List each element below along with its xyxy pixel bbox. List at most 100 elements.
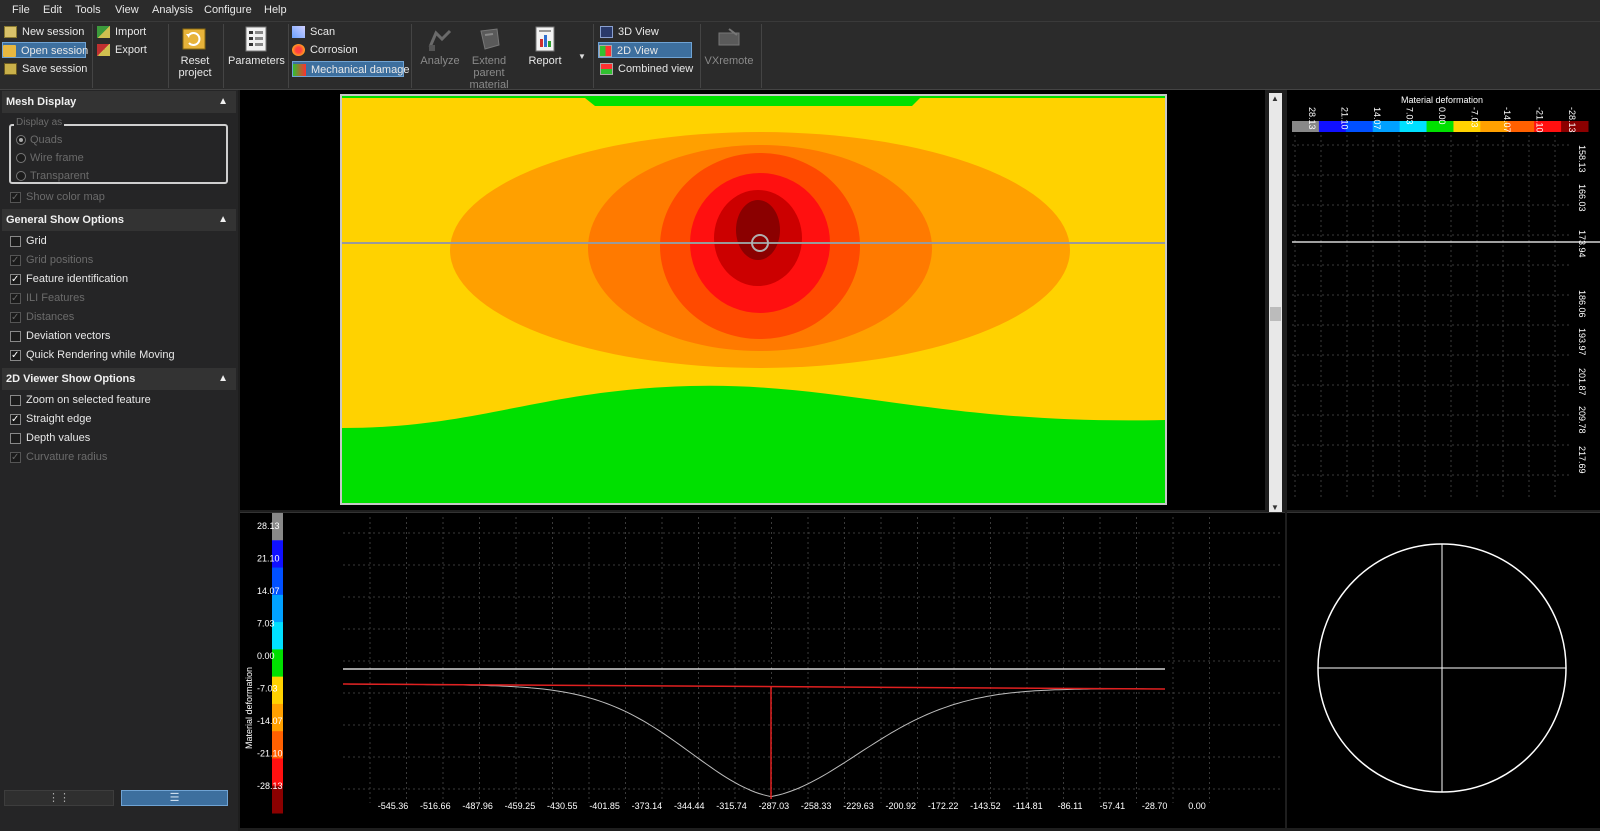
- 2d-deformation-viewer[interactable]: [240, 90, 1265, 510]
- menu-file[interactable]: File: [12, 4, 30, 16]
- profile-x-label: -401.85: [589, 801, 620, 811]
- menu-tools[interactable]: Tools: [75, 4, 101, 16]
- checkbox-indicator: [10, 331, 21, 342]
- right-y-label: 217.69: [1577, 446, 1587, 474]
- radio-indicator: [16, 171, 26, 181]
- ribbon-separator: [411, 24, 412, 88]
- general-show-options-header[interactable]: General Show Options ▲: [2, 209, 236, 231]
- right-scale-label: -21.10: [1535, 107, 1545, 133]
- checkbox-indicator: [10, 395, 21, 406]
- checkbox-indicator: [10, 236, 21, 247]
- collapse-icon[interactable]: ▲: [218, 368, 228, 390]
- scan-mode-button[interactable]: Scan: [292, 24, 402, 40]
- radio-indicator: [16, 135, 26, 145]
- import-button[interactable]: Import: [97, 24, 157, 40]
- mechanical-damage-mode-button[interactable]: Mechanical damage: [292, 61, 409, 77]
- profile-x-label: -28.70: [1142, 801, 1168, 811]
- profile-scale-label: 28.13: [257, 521, 280, 531]
- ribbon-separator: [593, 24, 594, 88]
- combined-view-button[interactable]: Combined view: [600, 61, 696, 77]
- collapse-icon[interactable]: ▲: [218, 91, 228, 113]
- profile-x-label: -459.25: [505, 801, 536, 811]
- profile-scale-label: -28.13: [257, 781, 283, 791]
- new-session-icon: [4, 26, 17, 38]
- report-icon: [531, 25, 559, 53]
- right-y-label: 193.97: [1577, 328, 1587, 356]
- checkbox-indicator: [10, 450, 21, 466]
- menu-configure[interactable]: Configure: [204, 4, 252, 16]
- profile-x-label: -344.44: [674, 801, 705, 811]
- profile-x-label: -315.74: [716, 801, 747, 811]
- import-icon: [97, 26, 110, 38]
- profile-x-label: -258.33: [801, 801, 832, 811]
- deformation-profile-curve: [343, 683, 1163, 798]
- panel-tab-tree[interactable]: ⋮⋮: [4, 790, 114, 806]
- menu-help[interactable]: Help: [264, 4, 287, 16]
- corrosion-mode-button[interactable]: Corrosion: [292, 42, 402, 58]
- menu-view[interactable]: View: [115, 4, 139, 16]
- save-session-button[interactable]: Save session: [4, 61, 87, 77]
- checkbox-indicator: [10, 291, 21, 307]
- new-session-button[interactable]: New session: [4, 24, 86, 40]
- right-y-label: 173.94: [1577, 230, 1587, 258]
- 2d-view-icon: [599, 45, 612, 57]
- profile-x-label: -114.81: [1013, 801, 1043, 811]
- checkbox-indicator: [10, 412, 21, 428]
- 3d-view-button[interactable]: 3D View: [600, 24, 692, 40]
- menu-analysis[interactable]: Analysis: [152, 4, 193, 16]
- profile-x-label: -86.11: [1058, 801, 1083, 811]
- 2d-viewer-show-options-header[interactable]: 2D Viewer Show Options ▲: [2, 368, 236, 390]
- vxremote-icon: [715, 25, 743, 53]
- export-button[interactable]: Export: [97, 42, 157, 58]
- profile-x-label: -143.52: [970, 801, 1001, 811]
- right-scale-label: -28.13: [1567, 107, 1577, 133]
- profile-scale-label: -14.07: [257, 716, 283, 726]
- right-scale-label: 14.07: [1372, 107, 1382, 130]
- pipe-orientation-viewer[interactable]: [1287, 512, 1600, 828]
- profile-x-label: -487.96: [462, 801, 493, 811]
- right-scale-label: 28.13: [1307, 107, 1317, 130]
- 2d-viewer-scrollbar[interactable]: ▲ ▼: [1269, 93, 1282, 513]
- right-y-label: 201.87: [1577, 368, 1587, 396]
- scroll-down-icon[interactable]: ▼: [1271, 503, 1279, 512]
- profile-viewer[interactable]: 28.13 21.10 14.07 7.03 0.00 -7.03 -14.07 -21.10…: [240, 512, 1285, 828]
- 2d-view-button[interactable]: 2D View: [598, 42, 692, 58]
- open-session-button[interactable]: Open session: [2, 42, 88, 58]
- extend-parent-material-button[interactable]: Extend parent material: [466, 25, 512, 91]
- left-options-panel: Mesh Display ▲ Display as Quads Wire fra…: [0, 90, 238, 831]
- profile-x-label: 0.00: [1188, 801, 1206, 811]
- right-scale-label: 0.00: [1437, 107, 1447, 125]
- profile-scale-label: 14.07: [257, 586, 280, 596]
- folder-icon: [3, 45, 16, 57]
- profile-axis-title: Material deformation: [244, 667, 254, 749]
- right-scale-label: 7.03: [1405, 107, 1415, 125]
- report-dropdown-icon[interactable]: ▼: [578, 52, 586, 61]
- reset-project-icon: [181, 25, 209, 53]
- mesh-display-header[interactable]: Mesh Display ▲: [2, 91, 236, 113]
- checkbox-indicator: [10, 310, 21, 326]
- reset-project-button[interactable]: Reset project: [172, 25, 218, 79]
- save-icon: [4, 63, 17, 75]
- menu-edit[interactable]: Edit: [43, 4, 62, 16]
- ribbon-separator: [92, 24, 93, 88]
- right-y-label: 158.13: [1577, 145, 1587, 173]
- scroll-thumb[interactable]: [1270, 307, 1281, 321]
- list-icon: ☰: [169, 792, 180, 804]
- parameters-button[interactable]: Parameters: [228, 25, 285, 67]
- ribbon-separator: [761, 24, 762, 88]
- panel-tab-list[interactable]: ☰: [121, 790, 228, 806]
- tree-icon: ⋮⋮: [48, 792, 70, 804]
- export-icon: [97, 44, 110, 56]
- profile-x-label: -430.55: [547, 801, 578, 811]
- ribbon-separator: [288, 24, 289, 88]
- profile-scale-label: 21.10: [257, 554, 280, 564]
- collapse-icon[interactable]: ▲: [218, 209, 228, 231]
- cross-section-viewer[interactable]: Material deformation 28.13 21.10 14.07 7.03…: [1287, 90, 1600, 510]
- extend-material-icon: [475, 25, 503, 53]
- vxremote-button[interactable]: VXremote: [704, 25, 754, 67]
- scroll-up-icon[interactable]: ▲: [1271, 94, 1279, 103]
- right-colorbar-title: Material deformation: [1401, 95, 1483, 105]
- panel-tabs: ⋮⋮ ☰: [0, 790, 238, 810]
- analyze-button[interactable]: Analyze: [417, 25, 463, 67]
- report-button[interactable]: Report: [522, 25, 568, 67]
